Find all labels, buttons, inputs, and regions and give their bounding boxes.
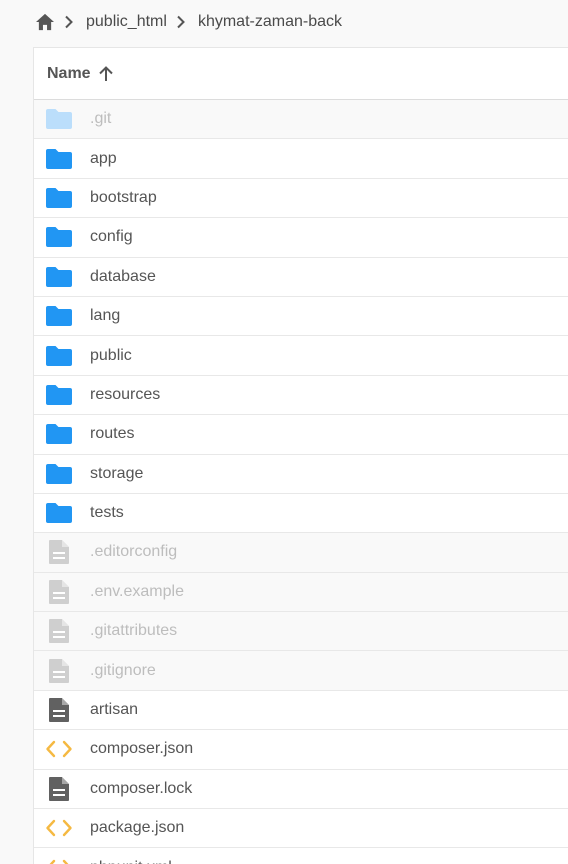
list-item[interactable]: lang (34, 297, 568, 337)
file-icon (45, 539, 73, 565)
folder-icon (45, 264, 73, 290)
list-item[interactable]: app (34, 139, 568, 179)
list-item[interactable]: bootstrap (34, 179, 568, 219)
file-icon (45, 697, 73, 723)
list-item-label: .env.example (90, 582, 184, 600)
list-item[interactable]: .editorconfig (34, 533, 568, 573)
list-item[interactable]: .env.example (34, 572, 568, 613)
folder-icon (45, 303, 73, 329)
folder-icon (45, 500, 73, 526)
arrow-up-icon[interactable] (97, 65, 115, 83)
folder-icon (45, 343, 73, 369)
file-icon (45, 618, 73, 644)
file-list: Name .git app bootstrap config database lang p… (33, 47, 568, 864)
list-item-label: public (90, 346, 132, 364)
list-item-label: config (90, 228, 133, 246)
list-item[interactable]: composer.lock (34, 770, 568, 810)
folder-icon (45, 461, 73, 487)
list-item-label: composer.lock (90, 779, 193, 797)
file-manager-page: public_html khymat-zaman-back Name .git a… (0, 0, 568, 864)
list-item-label: database (90, 267, 156, 285)
folder-icon (45, 421, 73, 447)
list-item[interactable]: public (34, 336, 568, 376)
list-item-label: resources (90, 385, 161, 403)
file-icon (45, 776, 73, 802)
list-item-label: phpunit.xml (90, 859, 172, 864)
code-file-icon (45, 855, 73, 864)
list-item[interactable]: .git (34, 100, 568, 140)
list-item-label: routes (90, 425, 135, 443)
name-column-header[interactable]: Name (47, 65, 91, 83)
list-item[interactable]: phpunit.xml (34, 848, 568, 864)
list-item[interactable]: config (34, 218, 568, 258)
file-list-rows: .git app bootstrap config database lang public… (34, 100, 568, 864)
list-item[interactable]: routes (34, 415, 568, 455)
list-item[interactable]: tests (34, 494, 568, 534)
list-item[interactable]: database (34, 258, 568, 297)
list-item-label: artisan (90, 701, 139, 719)
list-item-label: .editorconfig (90, 543, 178, 561)
home-icon[interactable] (35, 12, 55, 32)
breadcrumb: public_html khymat-zaman-back (0, 0, 568, 44)
list-item[interactable]: storage (34, 455, 568, 494)
list-item[interactable]: .gitattributes (34, 612, 568, 652)
folder-icon (45, 382, 73, 408)
folder-icon (45, 106, 73, 132)
chevron-right-icon (64, 15, 76, 29)
list-item[interactable]: composer.json (34, 730, 568, 770)
list-item-label: package.json (90, 819, 185, 837)
folder-icon (45, 146, 73, 172)
breadcrumb-item-public-html[interactable]: public_html (86, 13, 167, 31)
list-item[interactable]: resources (34, 376, 568, 416)
folder-icon (45, 185, 73, 211)
list-item-label: tests (90, 504, 124, 522)
list-item[interactable]: package.json (34, 809, 568, 849)
list-item-label: lang (90, 307, 121, 325)
folder-icon (45, 224, 73, 250)
list-item-label: app (90, 149, 117, 167)
file-icon (45, 579, 73, 605)
chevron-right-icon (176, 15, 188, 29)
list-item-label: .git (90, 110, 112, 128)
list-item-label: storage (90, 464, 144, 482)
list-item-label: bootstrap (90, 188, 157, 206)
code-file-icon (45, 736, 73, 762)
file-icon (45, 658, 73, 684)
list-item-label: .gitignore (90, 661, 156, 679)
list-item[interactable]: .gitignore (34, 651, 568, 691)
list-item-label: .gitattributes (90, 622, 178, 640)
list-item[interactable]: artisan (34, 691, 568, 731)
file-list-header: Name (34, 48, 568, 100)
breadcrumb-item-current-folder[interactable]: khymat-zaman-back (198, 13, 342, 31)
list-item-label: composer.json (90, 740, 194, 758)
code-file-icon (45, 815, 73, 841)
